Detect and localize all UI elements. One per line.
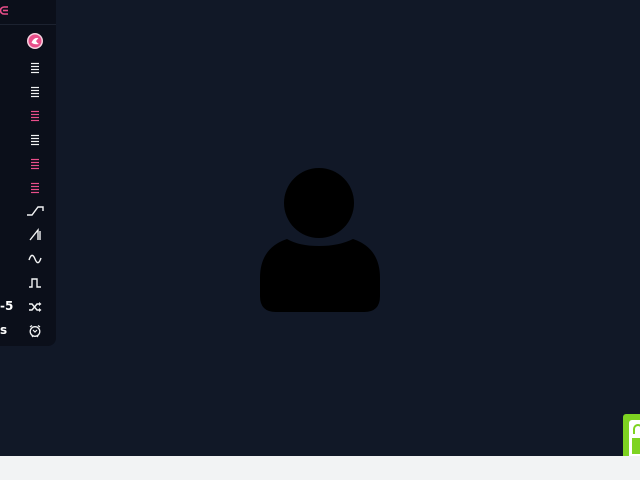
sidebar-item-sawtooth[interactable]: [25, 225, 45, 245]
ramp-wave-icon: [27, 206, 44, 216]
alarm-row-label: s: [0, 323, 8, 337]
main-stage: -5 s: [0, 0, 640, 466]
pink-circle-logo-icon: [27, 33, 43, 49]
user-silhouette-icon: [260, 168, 380, 312]
shuffle-icon: [29, 302, 42, 312]
sine-wave-icon: [28, 254, 42, 264]
sidebar-item-5[interactable]: [25, 154, 45, 174]
sawtooth-wave-icon: [29, 228, 41, 241]
sidebar-item-sine[interactable]: [25, 249, 45, 269]
sidebar-item-shuffle[interactable]: [25, 297, 45, 317]
shuffle-row-label: -5: [0, 299, 14, 313]
feedback-tab-inner: [629, 420, 640, 460]
sidebar-item-3[interactable]: [25, 106, 45, 126]
list-icon: [31, 134, 39, 146]
lock-icon: [632, 424, 640, 454]
logo-button[interactable]: [25, 31, 45, 51]
sidebar-item-square[interactable]: [25, 273, 45, 293]
list-icon: [31, 110, 39, 122]
chevron-collapse-icon[interactable]: [0, 4, 11, 18]
list-icon: [31, 182, 39, 194]
sidebar-item-4[interactable]: [25, 130, 45, 150]
sidebar-item-ramp[interactable]: [25, 201, 45, 221]
sidebar-item-6[interactable]: [25, 178, 45, 198]
sidebar-item-2[interactable]: [25, 82, 45, 102]
bottom-bar: [0, 456, 640, 480]
sidebar-item-alarm[interactable]: [25, 321, 45, 341]
list-icon: [31, 62, 39, 74]
list-icon: [31, 158, 39, 170]
alarm-clock-icon: [29, 324, 41, 338]
square-wave-icon: [29, 278, 41, 288]
sidebar-divider: [0, 24, 56, 25]
list-icon: [31, 86, 39, 98]
sidebar-item-1[interactable]: [25, 58, 45, 78]
